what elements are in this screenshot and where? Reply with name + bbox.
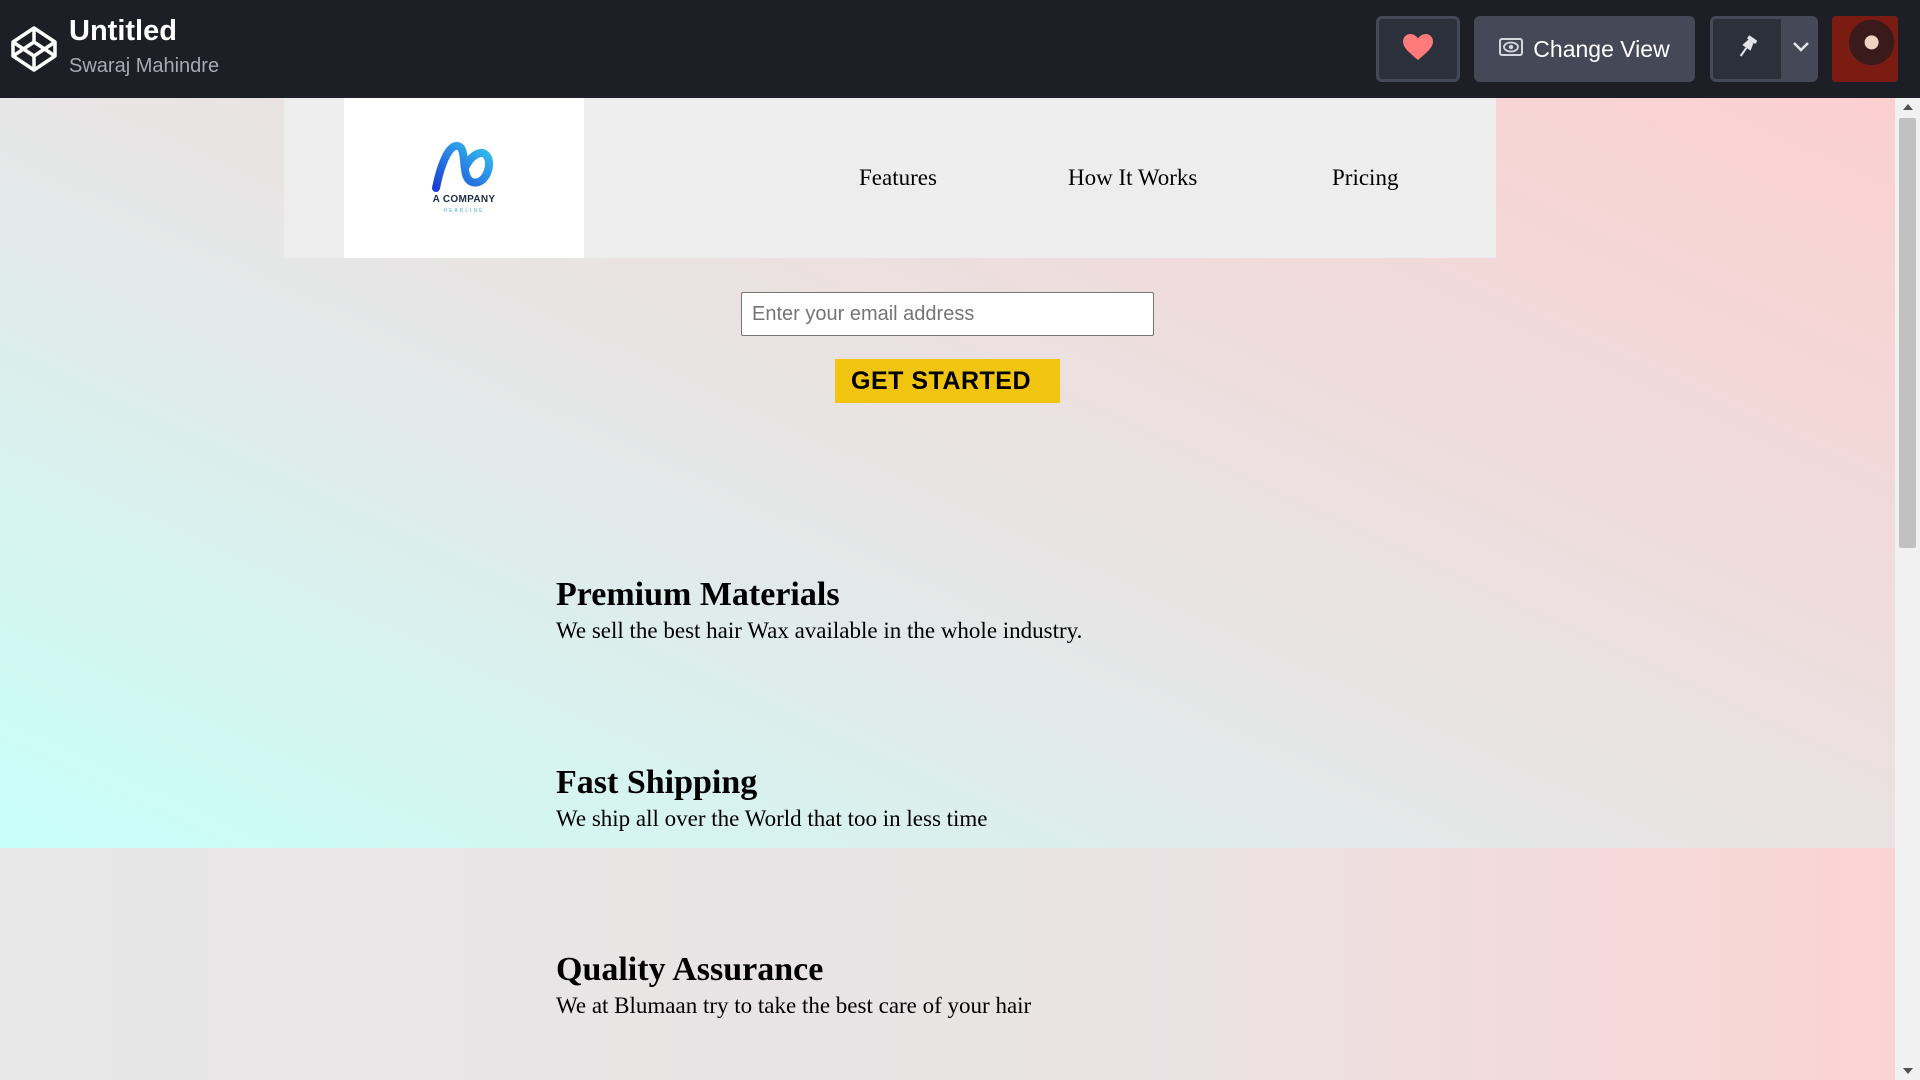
company-logo[interactable]: A COMPANY HEADLINE xyxy=(344,98,584,258)
like-button[interactable] xyxy=(1376,16,1460,82)
nav-link-pricing[interactable]: Pricing xyxy=(1332,165,1398,191)
feature-title-quality-assurance: Quality Assurance xyxy=(556,951,824,988)
feature-title-fast-shipping: Fast Shipping xyxy=(556,764,758,801)
lower-background xyxy=(0,848,1895,1080)
pin-icon xyxy=(1735,34,1759,65)
chevron-down-icon xyxy=(1792,40,1810,58)
preview-scrollbar[interactable] xyxy=(1895,98,1920,1080)
feature-desc-premium-materials: We sell the best hair Wax available in t… xyxy=(556,618,1083,643)
get-started-button[interactable]: GET STARTED xyxy=(835,359,1060,403)
pen-author[interactable]: Swaraj Mahindre xyxy=(69,55,219,78)
nav-link-how-it-works[interactable]: How It Works xyxy=(1068,165,1197,191)
scroll-up-arrow-icon[interactable] xyxy=(1895,98,1920,116)
change-view-label: Change View xyxy=(1533,35,1670,62)
app-header: Untitled Swaraj Mahindre Change View xyxy=(0,0,1920,98)
nav-link-features[interactable]: Features xyxy=(859,165,937,191)
scroll-down-arrow-icon[interactable] xyxy=(1895,1062,1920,1080)
email-input[interactable] xyxy=(741,292,1154,336)
feature-desc-quality-assurance: We at Blumaan try to take the best care … xyxy=(556,993,1032,1018)
heart-icon xyxy=(1402,33,1434,66)
pen-title[interactable]: Untitled xyxy=(69,15,177,48)
eye-icon xyxy=(1499,36,1524,63)
site-header: A COMPANY HEADLINE Features How It Works… xyxy=(284,98,1496,258)
company-tagline: HEADLINE xyxy=(443,208,485,214)
pen-preview: A COMPANY HEADLINE Features How It Works… xyxy=(0,98,1920,1080)
company-logo-icon xyxy=(432,142,493,192)
codepen-logo-icon[interactable] xyxy=(10,25,58,73)
change-view-button[interactable]: Change View xyxy=(1474,16,1695,82)
company-name: A COMPANY xyxy=(432,194,496,205)
feature-title-premium-materials: Premium Materials xyxy=(556,576,840,613)
feature-desc-fast-shipping: We ship all over the World that too in l… xyxy=(556,806,988,831)
pin-options-dropdown[interactable] xyxy=(1784,16,1818,82)
pin-button[interactable] xyxy=(1710,16,1784,82)
user-avatar[interactable] xyxy=(1832,16,1898,82)
scroll-thumb[interactable] xyxy=(1899,118,1916,548)
